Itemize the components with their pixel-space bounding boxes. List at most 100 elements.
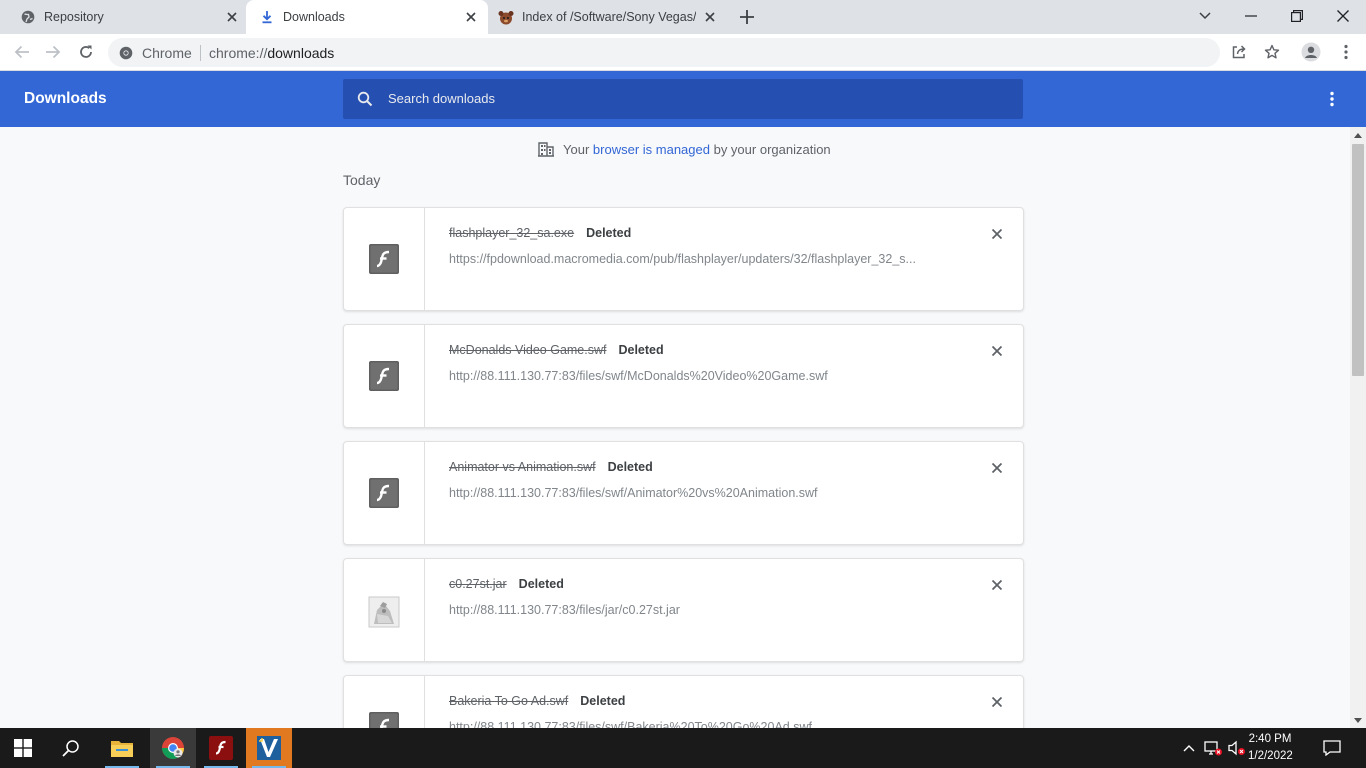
managed-notice: Your browser is managed by your organiza… [537,140,831,158]
file-icon-column [344,325,425,427]
download-item: c0.27st.jar Deleted http://88.111.130.77:… [343,558,1024,662]
search-downloads-input[interactable]: Search downloads [343,79,1023,119]
close-tab-icon[interactable] [224,9,240,25]
file-explorer-icon[interactable] [99,728,145,768]
download-item: Animator vs Animation.swf Deleted http://… [343,441,1024,545]
start-button[interactable] [0,728,46,768]
system-clock[interactable]: 2:40 PM 1/2/2022 [1248,731,1293,765]
favicon-icon [498,10,514,25]
volume-icon[interactable] [1227,738,1247,758]
remove-from-list-icon[interactable] [989,460,1005,476]
flash-player-taskbar-icon[interactable] [198,728,244,768]
status-badge: Deleted [618,343,664,357]
chrome-icon [119,46,133,60]
file-name[interactable]: c0.27st.jar Deleted [449,577,564,591]
flash-icon [369,712,399,728]
file-url[interactable]: http://88.111.130.77:83/files/jar/c0.27s… [449,603,949,617]
clock-date: 1/2/2022 [1248,750,1293,762]
status-badge: Deleted [518,577,564,591]
remove-from-list-icon[interactable] [989,694,1005,710]
close-tab-icon[interactable] [463,9,479,25]
more-actions-icon[interactable] [1322,89,1342,109]
site-chip: Chrome [142,45,192,61]
tab-title: Index of /Software/Sony Vegas/M [522,10,696,24]
status-badge: Deleted [607,460,653,474]
notifications-icon[interactable] [1322,738,1342,758]
file-name[interactable]: McDonalds Video Game.swf Deleted [449,343,664,357]
remove-from-list-icon[interactable] [989,226,1005,242]
tab-downloads[interactable]: Downloads [246,0,488,34]
status-badge: Deleted [580,694,626,708]
close-tab-icon[interactable] [702,9,718,25]
java-icon [368,596,400,628]
file-name-text: c0.27st.jar [449,577,507,591]
scrollbar[interactable] [1350,127,1366,728]
file-url[interactable]: http://88.111.130.77:83/files/swf/Animat… [449,486,949,500]
url-path: downloads [267,45,335,61]
address-bar[interactable]: Chrome chrome://downloads [108,38,1220,67]
file-url[interactable]: http://88.111.130.77:83/files/swf/Bakeri… [449,720,949,728]
minimize-button[interactable] [1239,6,1263,26]
file-icon-column [344,676,425,728]
tab-index-software[interactable]: Index of /Software/Sony Vegas/M [488,0,726,34]
remove-from-list-icon[interactable] [989,343,1005,359]
file-name-text: Bakeria To Go Ad.swf [449,694,569,708]
profile-avatar[interactable] [1301,42,1321,62]
flash-icon [369,361,399,391]
status-badge: Deleted [586,226,632,240]
file-name-text: Animator vs Animation.swf [449,460,596,474]
search-icon [357,91,373,107]
close-window-button[interactable] [1331,6,1355,26]
downloads-header: Downloads Search downloads [0,71,1366,127]
downloads-list: Your browser is managed by your organiza… [0,127,1350,728]
forward-button[interactable] [43,42,63,62]
file-name[interactable]: flashplayer_32_sa.exe Deleted [449,226,631,240]
clock-time: 2:40 PM [1248,733,1292,745]
globe-icon [21,10,35,24]
tab-repository[interactable]: Repository [0,0,246,34]
scroll-up-icon[interactable] [1350,127,1366,143]
managed-prefix: Your [563,141,590,157]
file-name-text: McDonalds Video Game.swf [449,343,607,357]
reload-button[interactable] [76,42,96,62]
chrome-menu-icon[interactable] [1336,42,1356,62]
browser-toolbar: Chrome chrome://downloads [0,34,1366,71]
managed-link[interactable]: browser is managed [593,142,710,157]
building-icon [537,140,555,158]
chrome-taskbar-icon[interactable] [150,728,196,768]
windows-taskbar: 2:40 PM 1/2/2022 [0,728,1366,768]
file-icon-column [344,208,425,310]
file-name[interactable]: Animator vs Animation.swf Deleted [449,460,653,474]
omnibox-divider [200,45,201,61]
date-section-today: Today [343,172,381,188]
show-hidden-icons-icon[interactable] [1179,738,1199,758]
network-icon[interactable] [1203,738,1223,758]
download-item: Bakeria To Go Ad.swf Deleted http://88.11… [343,675,1024,728]
share-icon[interactable] [1229,42,1249,62]
tab-strip: Repository Downloads Index of /Software/… [0,0,1366,34]
file-icon-column [344,442,425,544]
page-title: Downloads [24,90,107,107]
remove-from-list-icon[interactable] [989,577,1005,593]
url-scheme: chrome:// [209,45,268,61]
search-placeholder: Search downloads [388,91,495,106]
file-url[interactable]: https://fpdownload.macromedia.com/pub/fl… [449,252,949,266]
new-tab-button[interactable] [738,8,756,26]
scroll-down-icon[interactable] [1350,712,1366,728]
managed-suffix: by your organization [713,141,831,157]
vegas-taskbar-icon[interactable] [246,728,292,768]
tab-title: Repository [44,10,104,24]
file-name[interactable]: Bakeria To Go Ad.swf Deleted [449,694,625,708]
back-button[interactable] [12,42,32,62]
file-url[interactable]: http://88.111.130.77:83/files/swf/McDona… [449,369,949,383]
flash-icon [369,244,399,274]
download-item: McDonalds Video Game.swf Deleted http://8… [343,324,1024,428]
flash-icon [369,478,399,508]
search-icon[interactable] [48,728,94,768]
url-text: chrome://downloads [209,45,334,61]
file-icon-column [344,559,425,661]
tab-search-icon[interactable] [1193,6,1217,26]
scrollbar-thumb[interactable] [1352,144,1364,376]
restore-button[interactable] [1285,6,1309,26]
bookmark-star-icon[interactable] [1262,42,1282,62]
